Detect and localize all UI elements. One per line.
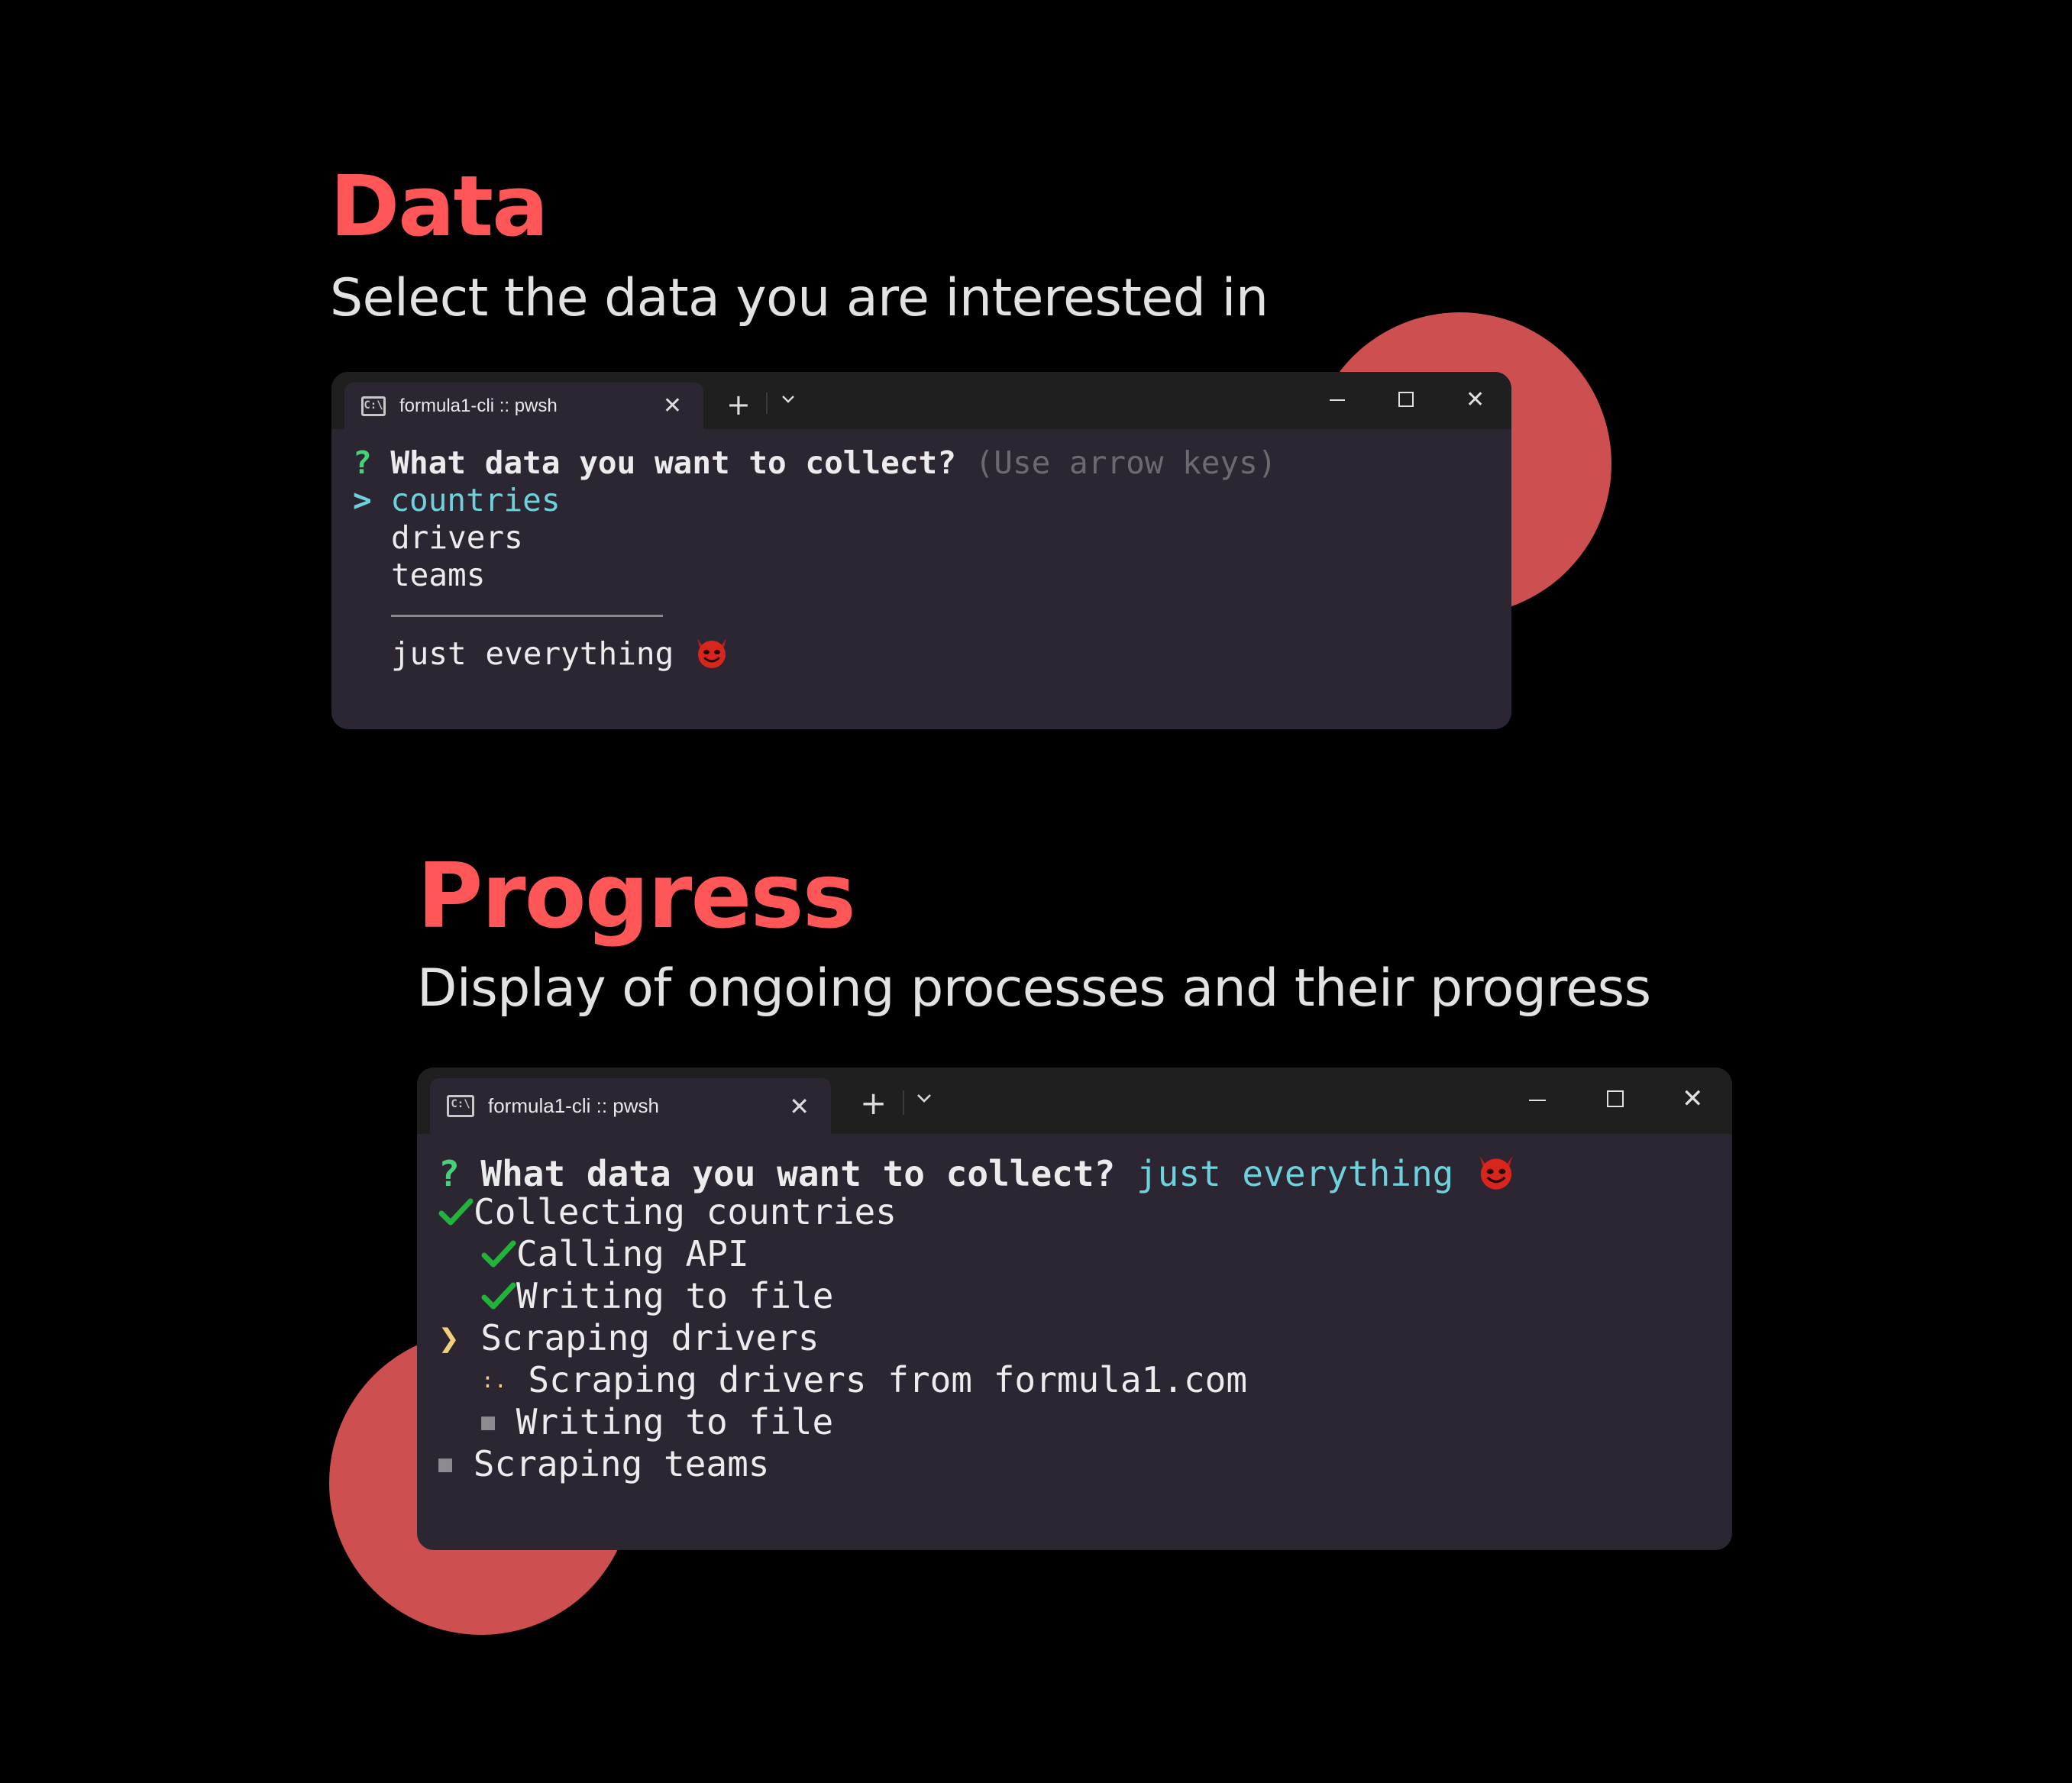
chevron-down-icon[interactable]	[916, 1092, 933, 1106]
answer-text: just everything	[1136, 1153, 1454, 1194]
task-label: Collecting countries	[474, 1191, 897, 1232]
task-label: Writing to file	[516, 1401, 834, 1442]
tab-close-icon[interactable]: ✕	[663, 392, 682, 419]
terminal-window-data: C:\ formula1-cli :: pwsh ✕ + ✕ ? What da…	[331, 372, 1511, 729]
option-teams[interactable]: teams	[391, 557, 485, 593]
task-row: ❯ Scraping drivers	[438, 1317, 819, 1358]
option-countries[interactable]: countries	[390, 482, 560, 518]
terminal-content: ? What data you want to collect? just ev…	[417, 1134, 1732, 1550]
selection-cursor: >	[353, 482, 372, 518]
task-label: Writing to file	[516, 1275, 834, 1316]
maximize-button[interactable]	[1398, 392, 1414, 407]
smiling-devil-emoji-icon	[1475, 1149, 1518, 1200]
task-label: Scraping teams	[473, 1443, 770, 1484]
option-just-everything-label: just everything	[391, 635, 674, 672]
hint-text: (Use arrow keys)	[975, 444, 1277, 481]
close-window-button[interactable]: ✕	[1682, 1086, 1704, 1112]
checkmark-icon	[438, 1194, 474, 1236]
pending-square-icon: ■	[481, 1409, 496, 1436]
section-subtitle-progress: Display of ongoing processes and their p…	[417, 958, 1651, 1019]
pending-square-icon: ■	[438, 1451, 453, 1478]
new-tab-divider	[766, 392, 768, 414]
new-tab-plus-icon[interactable]: +	[726, 390, 751, 419]
task-label: Scraping drivers from formula1.com	[528, 1359, 1248, 1400]
terminal-icon: C:\	[361, 396, 386, 416]
chevron-right-icon: ❯	[438, 1317, 460, 1358]
terminal-tab[interactable]: C:\ formula1-cli :: pwsh ✕	[344, 383, 703, 429]
option-just-everything[interactable]: just everything	[391, 632, 731, 678]
checkmark-icon	[481, 1278, 516, 1319]
chevron-down-icon[interactable]	[781, 393, 796, 406]
task-row: Calling API	[481, 1233, 749, 1277]
new-tab-plus-icon[interactable]: +	[860, 1087, 887, 1119]
checkmark-icon	[481, 1236, 516, 1277]
minimize-button[interactable]	[1330, 399, 1345, 401]
task-row: Collecting countries	[438, 1191, 897, 1236]
terminal-icon: C:\	[447, 1095, 474, 1117]
task-label: Scraping drivers	[480, 1317, 819, 1358]
terminal-titlebar: C:\ formula1-cli :: pwsh ✕ + ✕	[417, 1068, 1732, 1134]
spinner-icon: :.	[481, 1368, 507, 1393]
terminal-tab[interactable]: C:\ formula1-cli :: pwsh ✕	[430, 1078, 831, 1134]
tab-title: formula1-cli :: pwsh	[399, 395, 558, 416]
task-label: Calling API	[516, 1233, 749, 1274]
question-mark: ?	[353, 444, 372, 481]
task-row: ■ Scraping teams	[438, 1443, 770, 1484]
close-window-button[interactable]: ✕	[1466, 389, 1485, 412]
question-text: What data you want to collect?	[480, 1153, 1116, 1194]
option-separator	[391, 615, 663, 617]
prompt-line: ? What data you want to collect? (Use ar…	[353, 444, 1277, 481]
task-row: Writing to file	[481, 1275, 833, 1319]
section-subtitle-data: Select the data you are interested in	[330, 268, 1269, 328]
tab-close-icon[interactable]: ✕	[789, 1092, 810, 1121]
question-text: What data you want to collect?	[390, 444, 956, 481]
terminal-window-progress: C:\ formula1-cli :: pwsh ✕ + ✕ ? What da…	[417, 1068, 1732, 1550]
section-title-data: Data	[330, 157, 548, 255]
maximize-button[interactable]	[1607, 1090, 1624, 1107]
option-row-selected[interactable]: > countries	[353, 482, 561, 518]
option-drivers[interactable]: drivers	[391, 519, 523, 556]
question-mark: ?	[438, 1153, 460, 1194]
smiling-devil-emoji-icon	[693, 632, 731, 678]
minimize-button[interactable]	[1529, 1100, 1546, 1101]
terminal-titlebar: C:\ formula1-cli :: pwsh ✕ + ✕	[331, 372, 1511, 429]
task-row: ■ Writing to file	[481, 1401, 833, 1442]
tab-title: formula1-cli :: pwsh	[488, 1094, 659, 1117]
terminal-content: ? What data you want to collect? (Use ar…	[331, 429, 1511, 722]
task-row: :. Scraping drivers from formula1.com	[481, 1359, 1247, 1400]
new-tab-divider	[903, 1090, 904, 1115]
section-title-progress: Progress	[417, 843, 856, 948]
